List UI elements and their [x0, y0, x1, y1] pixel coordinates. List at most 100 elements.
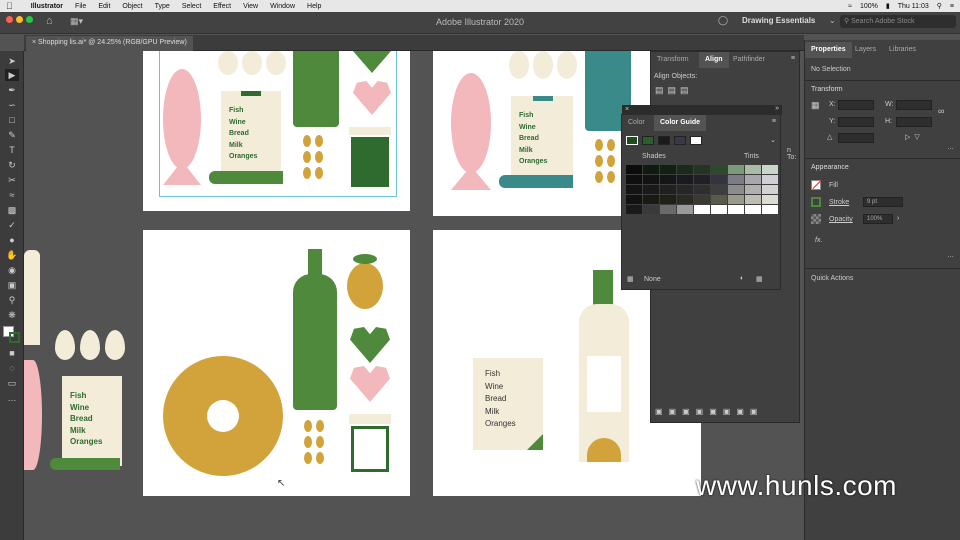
- tab-layers[interactable]: Layers: [849, 42, 882, 58]
- guide-swatch[interactable]: [694, 195, 710, 204]
- workspace-switcher[interactable]: Drawing Essentials: [742, 16, 815, 25]
- swatch-library-icon[interactable]: ▦: [627, 275, 634, 283]
- rectangle-tool-icon[interactable]: □: [5, 114, 19, 126]
- guide-swatch[interactable]: [626, 195, 642, 204]
- battery-label[interactable]: 100%: [860, 3, 878, 10]
- guide-swatch[interactable]: [745, 185, 761, 194]
- menu-list-icon[interactable]: ≡: [950, 3, 954, 10]
- w-field[interactable]: [896, 100, 932, 110]
- apple-icon[interactable]: : [6, 1, 13, 11]
- guide-swatch[interactable]: [677, 205, 693, 214]
- y-field[interactable]: [838, 117, 874, 127]
- more-tools-icon[interactable]: …: [5, 392, 19, 404]
- guide-swatch[interactable]: [694, 175, 710, 184]
- guide-swatch[interactable]: [660, 165, 676, 174]
- menu-app-name[interactable]: Illustrator: [31, 3, 63, 10]
- artboard-tool-icon[interactable]: ▣: [5, 279, 19, 291]
- guide-swatch[interactable]: [643, 195, 659, 204]
- guide-swatch[interactable]: [711, 165, 727, 174]
- guide-swatch[interactable]: [660, 195, 676, 204]
- panel-menu-icon[interactable]: ≡: [791, 55, 795, 62]
- opacity-label[interactable]: Opacity: [829, 216, 853, 223]
- fx-button[interactable]: fx.: [815, 237, 822, 244]
- guide-swatch[interactable]: [762, 205, 778, 214]
- base-color-swatch[interactable]: [642, 136, 654, 145]
- guide-swatch[interactable]: [677, 165, 693, 174]
- color-mode-icon[interactable]: ■: [5, 347, 19, 359]
- wifi-icon[interactable]: ≈: [848, 3, 852, 10]
- pen-tool-icon[interactable]: ✒: [5, 84, 19, 96]
- harmony-dropdown-icon[interactable]: ⌄: [770, 136, 776, 144]
- menu-edit[interactable]: Edit: [98, 3, 110, 10]
- document-tab[interactable]: × Shopping lis.ai* @ 24.25% (RGB/GPU Pre…: [26, 36, 193, 51]
- menu-object[interactable]: Object: [122, 3, 142, 10]
- guide-swatch[interactable]: [711, 185, 727, 194]
- spotlight-icon[interactable]: ⚲: [937, 2, 942, 10]
- harmony-base-colors[interactable]: [626, 135, 756, 147]
- stroke-weight-field[interactable]: 9 pt: [863, 197, 903, 207]
- guide-swatch[interactable]: [745, 165, 761, 174]
- stroke-swatch[interactable]: [9, 332, 20, 343]
- guide-swatch[interactable]: [643, 205, 659, 214]
- x-field[interactable]: [838, 100, 874, 110]
- tab-color[interactable]: Color: [622, 115, 651, 131]
- guide-swatch[interactable]: [728, 175, 744, 184]
- guide-swatch[interactable]: [711, 195, 727, 204]
- guide-swatch[interactable]: [626, 205, 642, 214]
- fill-color-swatch[interactable]: [811, 179, 822, 190]
- guide-swatch[interactable]: [660, 205, 676, 214]
- menu-type[interactable]: Type: [155, 3, 170, 10]
- opacity-chevron-icon[interactable]: ›: [897, 215, 899, 222]
- artboard-1[interactable]: Fish Wine Bread Milk Oranges: [143, 51, 410, 211]
- align-objects-icons[interactable]: ▤▤▤: [655, 85, 693, 96]
- edit-colors-icon[interactable]: ◐: [740, 275, 744, 282]
- panel-collapse-icon[interactable]: »: [775, 105, 779, 112]
- tab-pathfinder[interactable]: Pathfinder: [727, 52, 771, 68]
- color-guide-grid[interactable]: [626, 165, 778, 221]
- menu-window[interactable]: Window: [270, 3, 295, 10]
- panel-close-icon[interactable]: ×: [625, 106, 629, 113]
- stock-search-input[interactable]: ⚲ Search Adobe Stock: [840, 15, 956, 28]
- guide-swatch[interactable]: [711, 175, 727, 184]
- stroke-label[interactable]: Stroke: [829, 199, 849, 206]
- guide-swatch[interactable]: [677, 195, 693, 204]
- blend-tool-icon[interactable]: ●: [5, 234, 19, 246]
- symbol-sprayer-icon[interactable]: ❋: [5, 309, 19, 321]
- guide-swatch[interactable]: [728, 185, 744, 194]
- guide-swatch[interactable]: [745, 175, 761, 184]
- scissors-tool-icon[interactable]: ✂: [5, 174, 19, 186]
- base-color-swatch[interactable]: [690, 136, 702, 145]
- artboard-3[interactable]: ↖: [143, 230, 410, 496]
- h-field[interactable]: [896, 117, 932, 127]
- guide-swatch[interactable]: [626, 185, 642, 194]
- draw-mode-icon[interactable]: ◌: [5, 362, 19, 374]
- link-proportions-icon[interactable]: ∞: [938, 106, 944, 116]
- guide-swatch[interactable]: [745, 195, 761, 204]
- eyedropper-tool-icon[interactable]: ✓: [5, 219, 19, 231]
- base-color-swatch[interactable]: [626, 136, 638, 145]
- shape-builder-icon[interactable]: ◉: [5, 264, 19, 276]
- guide-swatch[interactable]: [728, 165, 744, 174]
- guide-swatch[interactable]: [643, 165, 659, 174]
- guide-swatch[interactable]: [762, 175, 778, 184]
- opacity-field[interactable]: 100%: [863, 214, 893, 224]
- rotate-tool-icon[interactable]: ↻: [5, 159, 19, 171]
- menu-view[interactable]: View: [243, 3, 258, 10]
- width-tool-icon[interactable]: ≈: [5, 189, 19, 201]
- color-guide-menu-icon[interactable]: ≡: [772, 118, 776, 125]
- guide-swatch[interactable]: [762, 165, 778, 174]
- appearance-more-icon[interactable]: …: [947, 252, 954, 259]
- tab-color-guide[interactable]: Color Guide: [654, 115, 707, 131]
- reference-point-icon[interactable]: ▦: [811, 100, 820, 111]
- zoom-tool-icon[interactable]: ⚲: [5, 294, 19, 306]
- transform-more-icon[interactable]: …: [947, 144, 954, 151]
- guide-swatch[interactable]: [643, 185, 659, 194]
- guide-swatch[interactable]: [660, 175, 676, 184]
- curvature-tool-icon[interactable]: ∽: [5, 99, 19, 111]
- menu-help[interactable]: Help: [307, 3, 321, 10]
- guide-swatch[interactable]: [728, 195, 744, 204]
- clock[interactable]: Thu 11:03: [898, 3, 929, 10]
- lightbulb-icon[interactable]: ◯: [718, 15, 728, 26]
- guide-swatch[interactable]: [694, 165, 710, 174]
- guide-swatch[interactable]: [728, 205, 744, 214]
